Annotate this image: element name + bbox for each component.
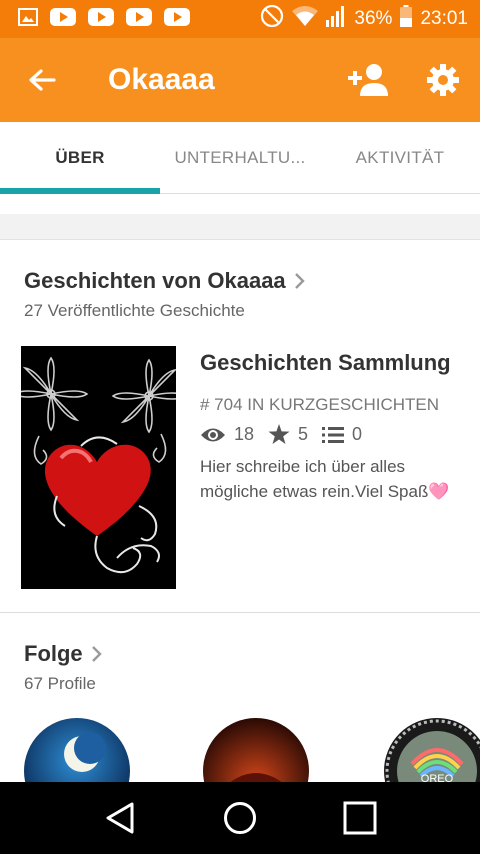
settings-button[interactable] <box>406 38 480 122</box>
add-person-icon <box>348 64 388 96</box>
follow-user-button[interactable] <box>332 38 406 122</box>
chevron-right-icon <box>294 273 305 289</box>
stories-title: Geschichten von Okaaaa <box>24 268 286 293</box>
signal-icon <box>326 5 346 33</box>
chevron-right-icon <box>91 646 102 662</box>
do-not-disturb-icon <box>260 4 284 34</box>
parts-stat: 0 <box>322 424 362 445</box>
profile-name-title: Okaaaa <box>108 63 215 96</box>
back-button[interactable] <box>0 38 84 122</box>
youtube-icon <box>126 7 152 31</box>
stories-count: 27 Veröffentlichte Geschichte <box>24 301 245 320</box>
youtube-icon <box>164 7 190 31</box>
back-arrow-icon <box>29 69 56 91</box>
nav-recents-button[interactable] <box>325 783 395 853</box>
youtube-icon <box>50 7 76 31</box>
views-count: 18 <box>234 424 255 444</box>
wifi-icon <box>292 5 319 33</box>
battery-percent: 36% <box>354 8 393 29</box>
screen: 36% 23:01 Okaaaa ÜBER UNTERHALTU... AKTI… <box>0 0 480 854</box>
section-divider <box>0 612 480 613</box>
votes-count: 5 <box>298 424 309 444</box>
star-icon <box>268 424 290 444</box>
stories-header[interactable]: Geschichten von Okaaaa <box>24 268 306 294</box>
square-recents-icon <box>343 801 377 835</box>
story-description: Hier schreibe ich über alles mögliche et… <box>200 454 470 504</box>
following-header[interactable]: Folge <box>24 641 103 667</box>
nav-home-button[interactable] <box>205 783 275 853</box>
system-icons: 36% 23:01 <box>260 4 468 34</box>
list-icon <box>322 426 345 443</box>
gallery-icon <box>18 7 38 31</box>
tab-conversations[interactable]: UNTERHALTU... <box>160 122 320 193</box>
story-cover-image[interactable] <box>21 346 176 589</box>
eye-icon <box>201 428 225 441</box>
story-rank: # 704 IN KURZGESCHICHTEN <box>200 395 439 414</box>
following-count: 67 Profile <box>24 674 96 693</box>
app-bar-actions <box>332 38 480 122</box>
app-bar: Okaaaa <box>0 38 480 122</box>
nav-back-button[interactable] <box>85 783 155 853</box>
triangle-back-icon <box>106 802 134 834</box>
heart-emoji: 🩷 <box>428 482 450 501</box>
story-description-text: Hier schreibe ich über alles mögliche et… <box>200 457 429 501</box>
tab-about[interactable]: ÜBER <box>0 122 160 194</box>
battery-icon <box>400 5 413 33</box>
gear-icon <box>427 64 459 96</box>
system-nav-bar <box>0 782 480 854</box>
notification-icons <box>18 7 190 31</box>
votes-stat: 5 <box>268 424 308 445</box>
section-spacer <box>0 214 480 240</box>
circle-home-icon <box>224 802 256 834</box>
story-title[interactable]: Geschichten Sammlung <box>200 350 451 376</box>
following-title: Folge <box>24 641 83 666</box>
tab-activity[interactable]: AKTIVITÄT <box>320 122 480 193</box>
youtube-icon <box>88 7 114 31</box>
views-stat: 18 <box>200 424 254 445</box>
profile-tabs: ÜBER UNTERHALTU... AKTIVITÄT <box>0 122 480 194</box>
parts-count: 0 <box>352 424 363 444</box>
status-bar: 36% 23:01 <box>0 0 480 38</box>
clock: 23:01 <box>420 8 468 29</box>
story-stats: 18 5 0 <box>200 424 376 445</box>
